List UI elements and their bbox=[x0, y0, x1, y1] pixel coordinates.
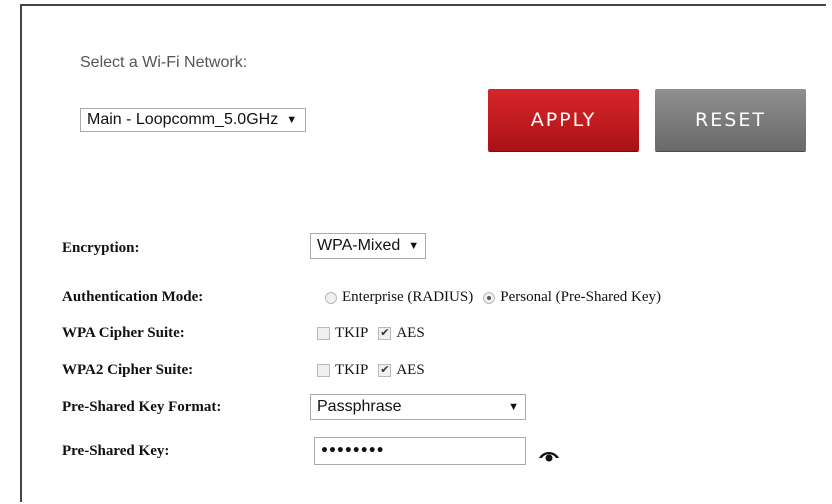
wpa2-tkip-label: TKIP bbox=[335, 362, 369, 378]
wpa-tkip-checkbox[interactable] bbox=[317, 327, 330, 340]
network-select-label: Select a Wi-Fi Network: bbox=[80, 54, 248, 71]
radio-personal-label: Personal (Pre-Shared Key) bbox=[500, 289, 662, 305]
psk-format-select-value: Passphrase bbox=[317, 398, 402, 415]
wpa-cipher-label: WPA Cipher Suite: bbox=[62, 325, 185, 341]
psk-format-select[interactable]: Passphrase ▼ bbox=[310, 394, 526, 420]
wpa2-cipher-label: WPA2 Cipher Suite: bbox=[62, 362, 194, 378]
radio-enterprise-label: Enterprise (RADIUS) bbox=[342, 289, 474, 305]
radio-personal[interactable] bbox=[483, 291, 496, 304]
psk-input[interactable]: •••••••• bbox=[314, 437, 526, 465]
wpa2-aes-label: AES bbox=[396, 362, 425, 378]
wpa2-aes-checkbox[interactable]: ✔ bbox=[378, 364, 392, 377]
psk-format-label: Pre-Shared Key Format: bbox=[62, 399, 222, 415]
radio-enterprise[interactable] bbox=[325, 291, 337, 304]
reset-button[interactable]: RESET bbox=[655, 89, 806, 151]
wpa-aes-checkbox[interactable]: ✔ bbox=[378, 327, 392, 340]
apply-button[interactable]: APPLY bbox=[488, 89, 639, 151]
network-select-value: Main - Loopcomm_5.0GHz bbox=[87, 111, 279, 128]
chevron-down-icon: ▼ bbox=[286, 114, 298, 126]
encryption-select-value: WPA-Mixed bbox=[317, 237, 401, 254]
encryption-select[interactable]: WPA-Mixed ▼ bbox=[310, 233, 427, 259]
network-select[interactable]: Main - Loopcomm_5.0GHz ▼ bbox=[80, 108, 307, 132]
eye-icon[interactable] bbox=[538, 448, 560, 462]
auth-mode-label: Authentication Mode: bbox=[62, 289, 204, 305]
wpa-aes-label: AES bbox=[396, 325, 425, 341]
psk-label: Pre-Shared Key: bbox=[62, 443, 170, 459]
encryption-label: Encryption: bbox=[62, 240, 140, 256]
wpa2-tkip-checkbox[interactable] bbox=[317, 364, 330, 377]
chevron-down-icon: ▼ bbox=[408, 240, 420, 252]
wpa-tkip-label: TKIP bbox=[335, 325, 369, 341]
chevron-down-icon: ▼ bbox=[508, 401, 519, 413]
